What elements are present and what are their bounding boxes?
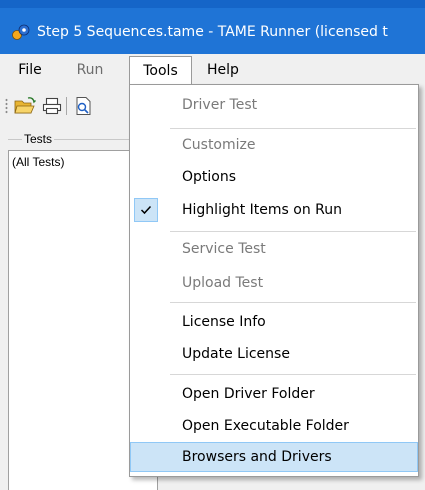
toolbar-grip-icon[interactable] <box>5 98 8 114</box>
menu-item-license-info[interactable]: License Info <box>130 307 418 337</box>
menu-item-label: Customize <box>182 137 256 153</box>
menu-item-label: Options <box>182 169 237 185</box>
checkmark-icon <box>134 198 158 222</box>
menu-item-highlight-items-on-run[interactable]: Highlight Items on Run <box>130 195 418 225</box>
tame-app-icon[interactable] <box>11 23 31 41</box>
menu-item-label: Update License <box>182 346 290 362</box>
menu-item-upload-test[interactable]: Upload Test <box>130 268 418 298</box>
menu-item-update-license[interactable]: Update License <box>130 339 418 369</box>
menu-help[interactable]: Help <box>194 56 252 84</box>
tools-dropdown-menu: Driver Test Customize Options Highlight … <box>129 84 419 477</box>
title-bar[interactable]: Step 5 Sequences.tame - TAME Runner (lic… <box>0 8 425 54</box>
menu-item-label: Browsers and Drivers <box>182 449 332 465</box>
menu-item-label: Driver Test <box>182 97 258 113</box>
menu-item-label: Service Test <box>182 241 266 257</box>
find-icon[interactable] <box>73 96 95 116</box>
open-folder-icon[interactable] <box>14 96 36 116</box>
window-top-edge <box>0 0 425 8</box>
menu-item-label: License Info <box>182 314 266 330</box>
menu-tools[interactable]: Tools <box>129 56 192 87</box>
menu-file[interactable]: File <box>8 56 52 84</box>
list-item[interactable]: (All Tests) <box>12 155 64 169</box>
menu-item-open-driver-folder[interactable]: Open Driver Folder <box>130 379 418 409</box>
print-icon[interactable] <box>41 96 63 116</box>
tests-group-label: Tests <box>22 132 55 146</box>
menu-item-label: Open Driver Folder <box>182 386 315 402</box>
window-title: Step 5 Sequences.tame - TAME Runner (lic… <box>37 24 388 40</box>
menu-item-browsers-and-drivers[interactable]: Browsers and Drivers <box>130 442 418 472</box>
menu-item-customize[interactable]: Customize <box>130 130 418 160</box>
menu-item-label: Open Executable Folder <box>182 418 349 434</box>
menu-separator <box>170 302 416 303</box>
menu-item-open-executable-folder[interactable]: Open Executable Folder <box>130 411 418 441</box>
menu-separator <box>170 374 416 375</box>
menu-separator <box>170 231 416 232</box>
menu-run[interactable]: Run <box>52 56 128 84</box>
menu-separator <box>170 128 416 129</box>
menu-item-service-test[interactable]: Service Test <box>130 234 418 264</box>
menu-item-label: Highlight Items on Run <box>182 202 343 218</box>
menu-item-driver-test[interactable]: Driver Test <box>130 90 418 120</box>
menu-item-label: Upload Test <box>182 275 264 291</box>
menu-item-options[interactable]: Options <box>130 162 418 192</box>
toolbar-separator <box>66 97 67 115</box>
menu-bar: File Run Tools Help <box>0 54 425 87</box>
